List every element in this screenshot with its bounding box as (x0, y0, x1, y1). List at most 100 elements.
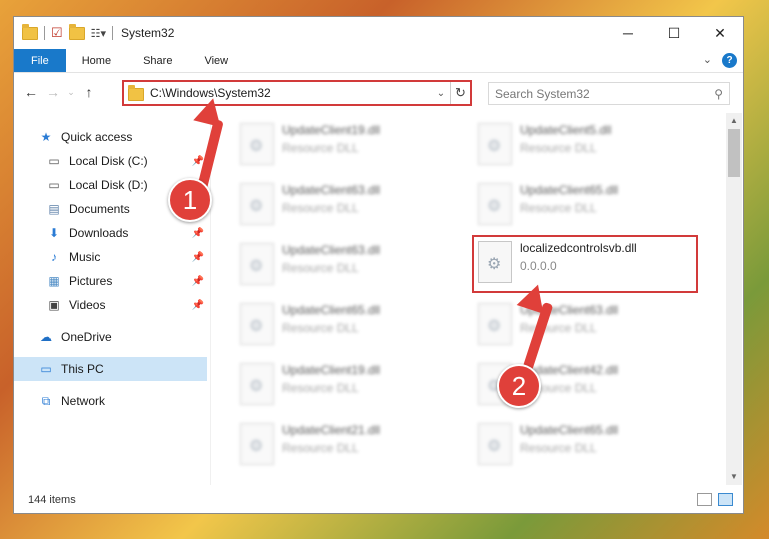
sidebar-item-downloads[interactable]: ⬇ Downloads 📌 (14, 221, 207, 245)
sidebar-item-label: Videos (69, 298, 106, 312)
list-item[interactable]: UpdateClient63.dllResource DLL (472, 297, 702, 355)
tab-view[interactable]: View (188, 49, 244, 72)
window-title: System32 (121, 26, 175, 40)
sidebar-item-quick-access[interactable]: ★ Quick access (14, 125, 207, 149)
music-icon: ♪ (51, 250, 57, 264)
file-description: Resource DLL (282, 381, 359, 395)
search-icon[interactable]: ⚲ (714, 87, 723, 101)
drive-icon: ▭ (48, 178, 60, 192)
scrollbar-thumb[interactable] (728, 129, 740, 177)
separator (112, 26, 114, 40)
scroll-up-icon[interactable]: ▲ (726, 113, 742, 129)
dll-file-icon (240, 243, 274, 285)
back-button[interactable]: ← (20, 84, 42, 100)
list-item[interactable]: UpdateClient19.dll Resource DLL (234, 357, 464, 415)
file-name: UpdateClient65.dll (520, 423, 619, 437)
customize-toolbar-icon[interactable]: ☷▾ (91, 27, 106, 40)
file-description: Resource DLL (282, 441, 359, 455)
address-bar[interactable]: C:\Windows\System32 ⌄ ↻ (122, 80, 472, 106)
dll-file-icon (478, 123, 512, 165)
file-name: UpdateClient65.dll (282, 303, 381, 317)
close-button[interactable]: ✕ (697, 17, 743, 49)
file-description: Resource DLL (520, 201, 597, 215)
tiles-view-icon[interactable] (718, 493, 733, 506)
file-list: UpdateClient19.dll Resource DLL UpdateCli… (214, 113, 724, 485)
help-icon[interactable]: ? (722, 53, 737, 68)
list-item[interactable]: UpdateClient19.dll Resource DLL (234, 117, 464, 175)
up-button[interactable]: ↑ (78, 84, 100, 100)
tab-share[interactable]: Share (127, 49, 188, 72)
list-item[interactable]: UpdateClient63.dll Resource DLL (234, 237, 464, 295)
sidebar-item-pictures[interactable]: ▦ Pictures 📌 (14, 269, 207, 293)
minimize-button[interactable]: ─ (605, 17, 651, 49)
list-item[interactable]: UpdateClient65.dll Resource DLL (472, 177, 702, 235)
sidebar-item-videos[interactable]: ▣ Videos 📌 (14, 293, 207, 317)
scroll-down-icon[interactable]: ▼ (726, 469, 742, 485)
status-bar: 144 items (14, 487, 743, 513)
file-description: Resource DLL (520, 441, 597, 455)
star-icon: ★ (40, 130, 52, 144)
dll-file-icon (478, 183, 512, 225)
refresh-icon[interactable]: ↻ (450, 82, 470, 104)
details-view-icon[interactable] (697, 493, 712, 506)
target-file-highlight (472, 235, 698, 293)
sidebar-item-network[interactable]: ⧉ Network (14, 389, 207, 413)
search-input[interactable]: Search System32 ⚲ (488, 82, 730, 105)
explorer-window: ☑ ☷▾ System32 ─ ☐ ✕ File Home Share View… (13, 16, 744, 514)
list-item[interactable]: UpdateClient65.dll Resource DLL (472, 417, 702, 475)
address-path[interactable]: C:\Windows\System32 (150, 86, 432, 100)
ribbon-tabs: File Home Share View ⌄ ? (14, 49, 743, 73)
separator (44, 26, 45, 40)
pin-icon[interactable]: 📌 (192, 228, 204, 239)
file-description: Resource DLL (282, 261, 359, 275)
dll-file-icon (240, 123, 274, 165)
file-name: UpdateClient63.dll (282, 243, 381, 257)
computer-icon: ▭ (40, 362, 52, 376)
sidebar-item-label: Pictures (69, 274, 113, 288)
expand-ribbon-icon[interactable]: ⌄ (703, 53, 712, 68)
file-name: UpdateClient21.dll (282, 423, 381, 437)
sidebar-item-label: Downloads (69, 226, 129, 240)
cloud-icon: ☁ (40, 330, 52, 344)
chevron-down-icon[interactable]: ⌄ (432, 88, 450, 99)
file-name: UpdateClient19.dll (282, 123, 381, 137)
download-icon: ⬇ (48, 226, 60, 240)
sidebar-item-local-disk-c[interactable]: ▭ Local Disk (C:) 📌 (14, 149, 207, 173)
sidebar-item-label: OneDrive (61, 330, 112, 344)
network-icon: ⧉ (41, 393, 51, 408)
ribbon-right-controls: ⌄ ? (703, 53, 737, 68)
sidebar-item-label: Local Disk (C:) (69, 154, 148, 168)
sidebar-item-onedrive[interactable]: ☁ OneDrive (14, 325, 207, 349)
item-count: 144 items (28, 494, 76, 506)
file-name: UpdateClient63.dll (282, 183, 381, 197)
maximize-button[interactable]: ☐ (651, 17, 697, 49)
dll-file-icon (478, 423, 512, 465)
pin-icon[interactable]: 📌 (192, 252, 204, 263)
sidebar-item-label: Quick access (61, 130, 133, 144)
sidebar-item-music[interactable]: ♪ Music 📌 (14, 245, 207, 269)
forward-button[interactable]: → (42, 84, 64, 100)
tab-file[interactable]: File (14, 49, 66, 72)
list-item[interactable]: UpdateClient63.dllResource DLL (234, 177, 464, 235)
search-placeholder: Search System32 (495, 86, 590, 101)
list-item[interactable]: UpdateClient5.dll Resource DLL (472, 117, 702, 175)
sidebar-item-label: Network (61, 394, 106, 408)
tab-home[interactable]: Home (66, 49, 127, 72)
properties-icon[interactable]: ☑ (51, 25, 63, 41)
window-controls: ─ ☐ ✕ (605, 17, 743, 49)
dll-file-icon (240, 363, 274, 405)
vertical-scrollbar[interactable]: ▲ ▼ (726, 113, 742, 485)
pin-icon[interactable]: 📌 (192, 300, 204, 311)
list-item[interactable]: UpdateClient65.dll Resource DLL (234, 297, 464, 355)
annotation-badge-2: 2 (497, 364, 541, 408)
pictures-icon: ▦ (48, 274, 60, 288)
file-description: Resource DLL (282, 321, 359, 335)
pin-icon[interactable]: 📌 (192, 276, 204, 287)
new-folder-icon[interactable] (68, 23, 85, 40)
annotation-badge-1: 1 (168, 178, 212, 222)
recent-locations-icon[interactable]: ⌄ (64, 87, 78, 98)
drive-icon: ▭ (48, 154, 60, 168)
dll-file-icon (240, 183, 274, 225)
list-item[interactable]: UpdateClient21.dll Resource DLL (234, 417, 464, 475)
sidebar-item-this-pc[interactable]: ▭ This PC (14, 357, 207, 381)
